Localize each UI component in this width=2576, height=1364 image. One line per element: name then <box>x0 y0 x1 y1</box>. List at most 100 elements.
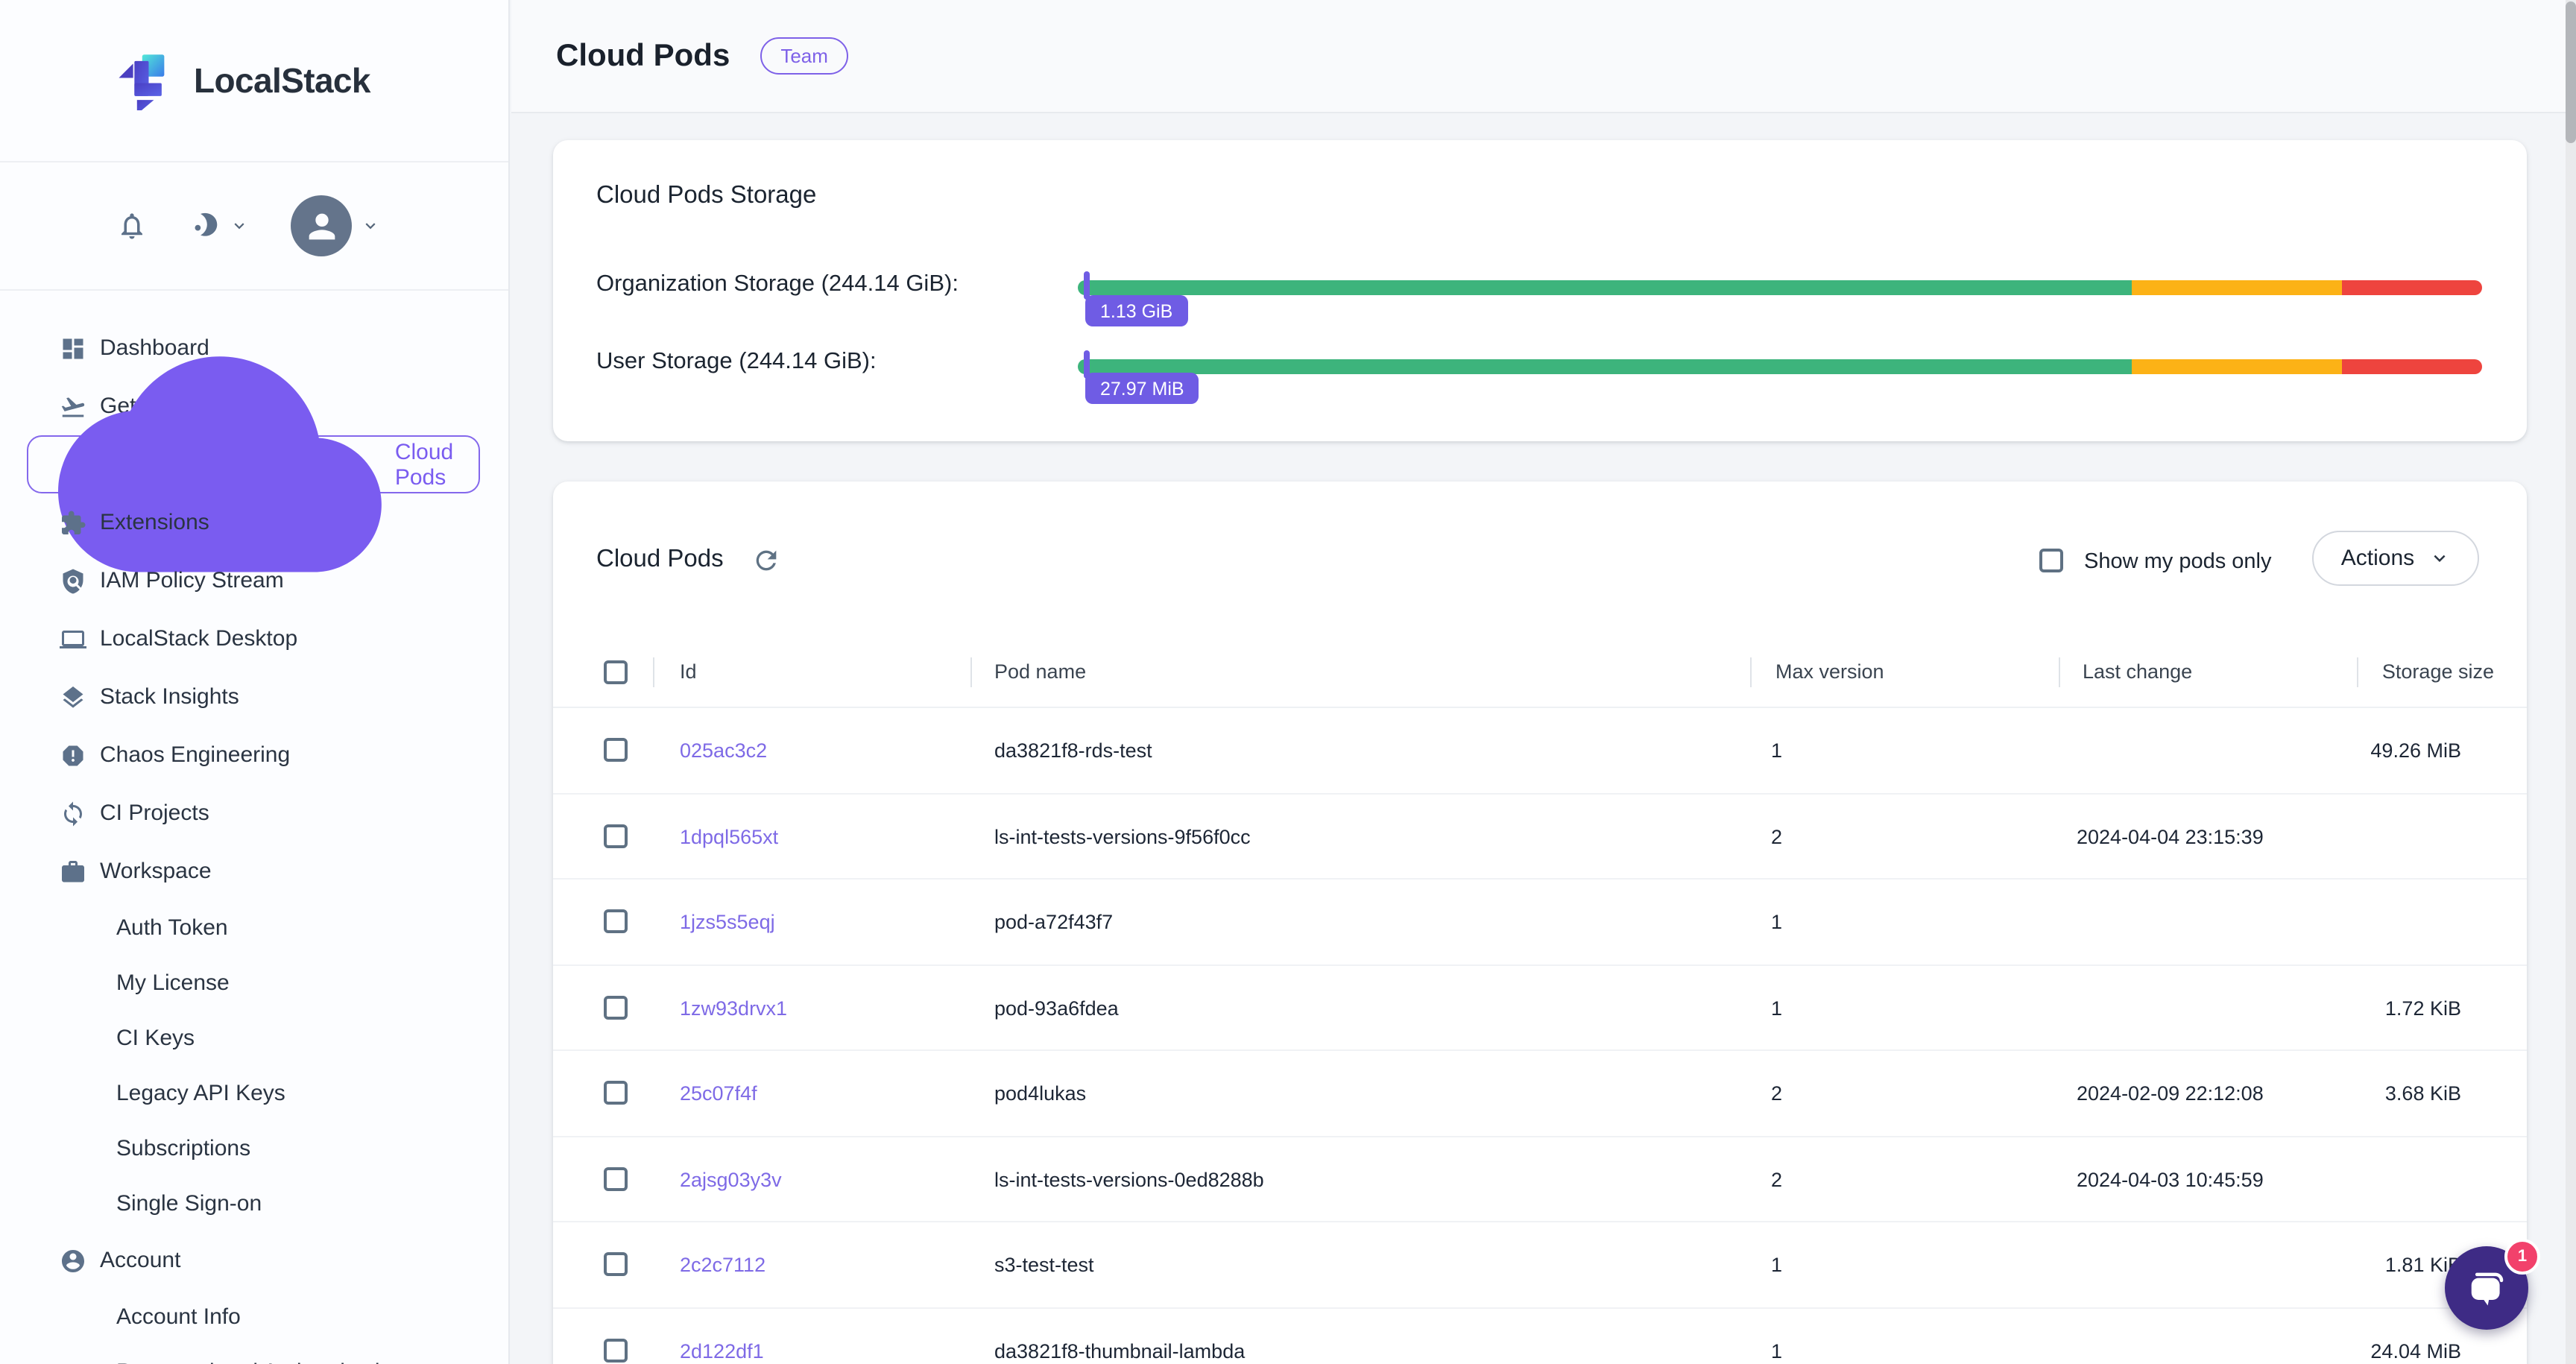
notifications-bell-icon[interactable] <box>116 210 148 241</box>
pod-id-link[interactable]: 2ajsg03y3v <box>680 1168 782 1190</box>
column-divider <box>653 657 654 687</box>
max-version-cell: 1 <box>1771 911 1782 933</box>
column-header-max-version[interactable]: Max version <box>1775 660 1884 683</box>
sidebar-item-my-license[interactable]: My License <box>0 956 508 1011</box>
column-header-id[interactable]: Id <box>680 660 697 683</box>
max-version-cell: 1 <box>1771 997 1782 1019</box>
sidebar-item-single-sign-on[interactable]: Single Sign-on <box>0 1176 508 1231</box>
last-change-cell: 2024-02-09 22:12:08 <box>2077 1082 2264 1105</box>
brand-name: LocalStack <box>194 60 370 101</box>
row-checkbox[interactable] <box>604 995 628 1019</box>
pod-id-link[interactable]: 025ac3c2 <box>680 739 767 762</box>
main-area: Cloud Pods Team Cloud Pods Storage Organ… <box>511 0 2576 1364</box>
pod-id-link[interactable]: 2d122df1 <box>680 1339 764 1362</box>
laptop-icon <box>60 625 86 652</box>
storage-size-cell: 3.68 KiB <box>2385 1082 2461 1105</box>
last-change-cell: 2024-04-03 10:45:59 <box>2077 1168 2264 1190</box>
scrollbar-thumb[interactable] <box>2566 1 2576 143</box>
row-checkbox[interactable] <box>604 1338 628 1362</box>
sidebar-item-workspace[interactable]: Workspace <box>0 842 508 900</box>
table-row: 025ac3c2da3821f8-rds-test149.26 MiB <box>553 708 2527 794</box>
storage-bar-segment-ok <box>1078 359 2131 374</box>
sidebar-item-label: Subscriptions <box>116 1136 250 1161</box>
sidebar-item-label: LocalStack Desktop <box>100 626 297 651</box>
row-checkbox[interactable] <box>604 1166 628 1190</box>
storage-bar-segment-warning <box>2131 280 2342 295</box>
shield-search-icon <box>60 567 86 594</box>
pods-card-title: Cloud Pods <box>596 546 724 574</box>
sidebar-item-label: Account Info <box>116 1304 241 1330</box>
pod-id-link[interactable]: 25c07f4f <box>680 1082 757 1105</box>
briefcase-icon <box>60 858 86 885</box>
show-my-pods-checkbox[interactable] <box>2039 549 2063 572</box>
sidebar-item-cloud-pods[interactable]: Cloud Pods <box>27 435 480 493</box>
pod-name-cell: da3821f8-thumbnail-lambda <box>994 1339 1245 1362</box>
actions-button-label: Actions <box>2341 546 2414 571</box>
avatar[interactable] <box>291 195 352 256</box>
last-change-cell: 2024-04-04 23:15:39 <box>2077 825 2264 847</box>
column-header-pod-name[interactable]: Pod name <box>994 660 1086 683</box>
pod-id-link[interactable]: 2c2c7112 <box>680 1254 765 1276</box>
pod-id-link[interactable]: 1dpql565xt <box>680 825 778 847</box>
sidebar-item-ci-keys[interactable]: CI Keys <box>0 1011 508 1066</box>
pod-name-cell: pod-a72f43f7 <box>994 911 1113 933</box>
column-divider <box>1750 657 1752 687</box>
org-storage-bar <box>1078 280 2482 295</box>
row-checkbox[interactable] <box>604 1081 628 1105</box>
sidebar-item-label: CI Projects <box>100 801 209 826</box>
sidebar-item-account-info[interactable]: Account Info <box>0 1289 508 1345</box>
show-my-pods-label[interactable]: Show my pods only <box>2084 550 2271 574</box>
pod-id-link[interactable]: 1zw93drvx1 <box>680 997 787 1019</box>
table-header: Id Pod name Max version Last change Stor… <box>553 637 2527 708</box>
pod-name-cell: pod4lukas <box>994 1082 1086 1105</box>
max-version-cell: 1 <box>1771 739 1782 762</box>
pod-name-cell: pod-93a6fdea <box>994 997 1119 1019</box>
scrollbar-track[interactable] <box>2566 0 2576 1364</box>
chat-unread-badge: 1 <box>2504 1239 2540 1275</box>
row-checkbox[interactable] <box>604 1252 628 1276</box>
puzzle-icon <box>60 509 86 536</box>
sidebar-item-auth-token[interactable]: Auth Token <box>0 900 508 956</box>
pod-name-cell: s3-test-test <box>994 1254 1094 1276</box>
sidebar-item-subscriptions[interactable]: Subscriptions <box>0 1121 508 1176</box>
row-checkbox[interactable] <box>604 909 628 933</box>
max-version-cell: 2 <box>1771 1168 1782 1190</box>
app-window: LocalStack DashboardGetting StartedCloud… <box>0 0 2576 1364</box>
pod-name-cell: ls-int-tests-versions-9f56f0cc <box>994 825 1251 847</box>
theme-moon-icon[interactable] <box>189 210 221 241</box>
layers-icon <box>60 683 86 710</box>
row-checkbox[interactable] <box>604 824 628 847</box>
pod-name-cell: da3821f8-rds-test <box>994 739 1152 762</box>
org-storage-label: Organization Storage (244.14 GiB): <box>596 271 959 298</box>
sidebar-nav: DashboardGetting StartedCloud PodsExtens… <box>0 291 508 1364</box>
select-all-checkbox[interactable] <box>604 660 628 684</box>
account-chevron-down-icon[interactable] <box>361 216 380 236</box>
column-header-storage-size[interactable]: Storage size <box>2382 660 2494 683</box>
page-title: Cloud Pods <box>556 38 730 74</box>
sidebar-item-password-and-authentication[interactable]: Password and Authentication <box>0 1345 508 1364</box>
logo[interactable]: LocalStack <box>0 0 508 162</box>
sidebar-toolbar <box>0 162 508 291</box>
sidebar-item-label: CI Keys <box>116 1026 195 1051</box>
pod-name-cell: ls-int-tests-versions-0ed8288b <box>994 1168 1264 1190</box>
cloud-pods-card: Cloud Pods Show my pods only Actions Id … <box>553 481 2527 1364</box>
table-row: 1zw93drvx1pod-93a6fdea11.72 KiB <box>553 965 2527 1051</box>
sidebar-item-stack-insights[interactable]: Stack Insights <box>0 668 508 726</box>
theme-chevron-down-icon[interactable] <box>230 216 249 236</box>
sidebar-item-legacy-api-keys[interactable]: Legacy API Keys <box>0 1066 508 1121</box>
column-header-last-change[interactable]: Last change <box>2083 660 2192 683</box>
sidebar-item-chaos-engineering[interactable]: Chaos Engineering <box>0 726 508 784</box>
sidebar-item-ci-projects[interactable]: CI Projects <box>0 784 508 842</box>
row-checkbox[interactable] <box>604 738 628 762</box>
column-divider <box>970 657 972 687</box>
sidebar-item-account[interactable]: Account <box>0 1231 508 1289</box>
max-version-cell: 2 <box>1771 825 1782 847</box>
table-row: 2c2c7112s3-test-test11.81 KiB <box>553 1222 2527 1308</box>
pod-id-link[interactable]: 1jzs5s5eqj <box>680 911 775 933</box>
actions-button[interactable]: Actions <box>2312 531 2479 586</box>
sync-icon <box>60 800 86 827</box>
table-body: 025ac3c2da3821f8-rds-test149.26 MiB1dpql… <box>553 708 2527 1364</box>
sidebar-item-label: Legacy API Keys <box>116 1081 285 1106</box>
refresh-icon[interactable] <box>751 546 781 575</box>
sidebar-item-label: Workspace <box>100 859 212 884</box>
